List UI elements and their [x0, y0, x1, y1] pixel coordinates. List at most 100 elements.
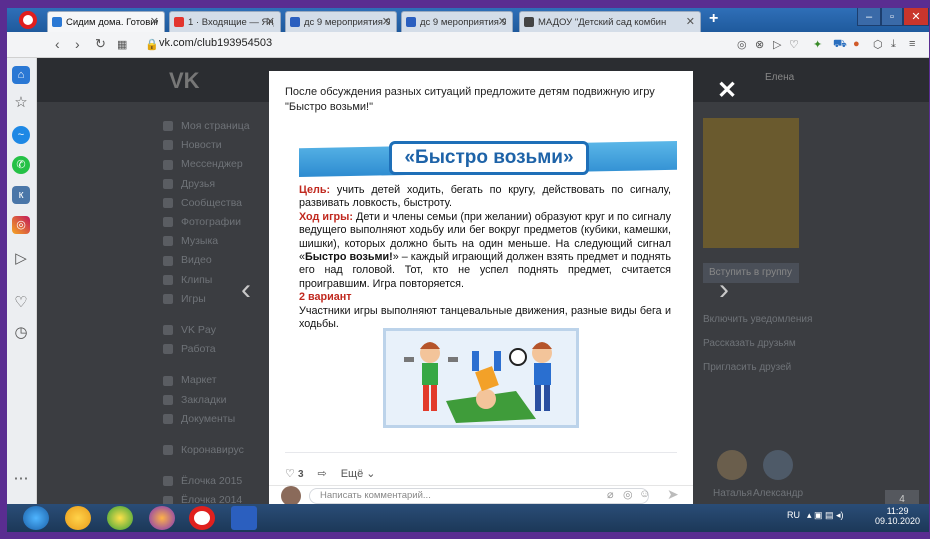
invite-friends-link[interactable]: Пригласить друзей — [703, 362, 791, 373]
vk-menu-item[interactable]: Работа — [163, 343, 283, 355]
send-icon[interactable]: ▷ — [773, 38, 781, 51]
camera-avatar-icon[interactable] — [763, 450, 793, 480]
vk-menu-item[interactable]: Мессенджер — [163, 158, 283, 170]
address-bar: ‹ › ↻ ▦ 🔒 vk.com/club193954503 ◎ ⊗ ▷ ♡ ✦… — [7, 32, 929, 58]
vk-menu-item[interactable]: Документы — [163, 413, 283, 425]
more-button[interactable]: Ещё ⌄ — [341, 467, 376, 480]
friend-name-2[interactable]: Александр — [753, 488, 803, 499]
opera-logo-icon[interactable] — [19, 11, 37, 29]
vk-menu-item[interactable]: Моя страница — [163, 120, 283, 132]
heart-icon[interactable]: ♡ — [789, 38, 799, 51]
notify-link[interactable]: Включить уведомления — [703, 314, 812, 325]
comment-bar: Написать комментарий... ⌀ ◎ ☺ ➤ — [269, 485, 693, 506]
user-name[interactable]: Елена — [765, 72, 794, 83]
maximize-button[interactable]: ▫ — [881, 8, 903, 26]
adblock-icon[interactable]: ⊗ — [755, 38, 764, 51]
tray-icons[interactable]: ▴ ▣ ▤ ◂) — [807, 510, 844, 521]
taskbar-app-icon[interactable] — [65, 506, 91, 530]
close-viewer-icon[interactable]: ✕ — [717, 76, 737, 105]
cube-icon[interactable]: ⬡ — [873, 38, 883, 51]
close-tab-icon[interactable]: ✕ — [266, 15, 275, 28]
whatsapp-icon[interactable]: ✆ — [12, 156, 30, 174]
vk-icon[interactable]: к — [12, 186, 30, 204]
post-actions: ♡ 3 ⇨ Ещё ⌄ — [285, 467, 376, 480]
share-icon[interactable]: ⇨ — [318, 467, 327, 480]
speed-dial-icon[interactable]: ▦ — [117, 38, 127, 51]
opera-taskbar-icon[interactable] — [189, 506, 215, 530]
word-icon[interactable] — [231, 506, 257, 530]
clock[interactable]: 11:29 09.10.2020 — [875, 506, 920, 526]
forward-icon[interactable]: › — [75, 36, 80, 52]
vk-menu-item[interactable]: Коронавирус — [163, 444, 283, 456]
prev-photo-arrow-icon[interactable]: ‹ — [241, 273, 251, 307]
next-photo-arrow-icon[interactable]: › — [719, 273, 729, 307]
friend-avatar[interactable] — [717, 450, 747, 480]
heart-sidebar-icon[interactable]: ♡ — [12, 294, 30, 312]
menu-icon[interactable]: ≡ — [909, 38, 915, 50]
close-tab-icon[interactable]: ✕ — [498, 15, 507, 28]
close-tab-icon[interactable]: ✕ — [686, 15, 695, 28]
download-icon[interactable]: ⤓ — [891, 38, 896, 51]
post-intro-text: После обсуждения разных ситуаций предлож… — [285, 86, 655, 113]
more-icon[interactable]: ⋯ — [12, 470, 30, 488]
menu-item-icon — [163, 178, 173, 189]
minimize-button[interactable]: – — [857, 8, 881, 26]
cart-icon[interactable]: ⛟ — [833, 38, 847, 52]
vk-menu-item[interactable]: Маркет — [163, 374, 283, 386]
close-tab-icon[interactable]: ✕ — [150, 15, 159, 28]
vk-logo-icon[interactable]: VK — [169, 68, 200, 94]
close-window-button[interactable]: ✕ — [903, 8, 929, 26]
vk-menu-item[interactable]: Видео — [163, 254, 283, 266]
tab-favicon-icon — [406, 17, 416, 27]
star-icon[interactable]: ☆ — [12, 94, 30, 112]
start-button-icon[interactable] — [23, 506, 49, 530]
back-icon[interactable]: ‹ — [55, 36, 60, 52]
vk-menu-item[interactable]: Клипы — [163, 274, 283, 286]
new-tab-button[interactable]: + — [709, 10, 718, 28]
home-icon[interactable]: ⌂ — [12, 66, 30, 84]
vk-menu-item[interactable]: Друзья — [163, 178, 283, 190]
like-button[interactable]: ♡ 3 — [285, 467, 304, 480]
instagram-icon[interactable]: ◎ — [12, 216, 30, 234]
windows-taskbar: RU ▴ ▣ ▤ ◂) 11:29 09.10.2020 — [7, 504, 929, 532]
send-sidebar-icon[interactable]: ▷ — [12, 250, 30, 268]
camera-icon[interactable]: ◎ — [737, 38, 747, 51]
user-icon[interactable]: ● — [853, 38, 860, 50]
vk-menu-item[interactable]: Музыка — [163, 235, 283, 247]
menu-item-icon — [163, 294, 173, 305]
vk-menu-item[interactable]: Игры — [163, 293, 283, 305]
vk-menu-item[interactable]: Фотографии — [163, 216, 283, 228]
extension-icon[interactable]: ✦ — [813, 38, 822, 51]
camera-comment-icon[interactable]: ◎ — [623, 488, 633, 501]
friend-name-1[interactable]: Наталья — [713, 488, 752, 499]
url-field[interactable]: vk.com/club193954503 — [159, 37, 272, 49]
browser-tab[interactable]: МАДОУ "Детский сад комбин ✕ — [519, 11, 701, 32]
browser-tab[interactable]: 1 · Входящие — Яндекс.Почта✕ — [169, 11, 281, 32]
browser-tab[interactable]: Сидим дома. Готовимся к✕ — [47, 11, 165, 32]
menu-item-icon — [163, 159, 173, 170]
menu-item-icon — [163, 236, 173, 247]
close-tab-icon[interactable]: ✕ — [382, 15, 391, 28]
chrome-icon[interactable] — [107, 506, 133, 530]
reload-icon[interactable]: ↻ — [95, 36, 106, 52]
browser-tab[interactable]: дс 9 мероприятия 9 мая.docx✕ — [285, 11, 397, 32]
vk-menu-item[interactable]: Ёлочка 2015 — [163, 475, 283, 487]
messenger-icon[interactable]: ~ — [12, 126, 30, 144]
vk-menu-item[interactable]: VK Pay — [163, 324, 283, 336]
menu-item-icon — [163, 375, 173, 386]
emoji-icon[interactable]: ☺ — [639, 488, 650, 500]
children-playing-image — [383, 328, 579, 428]
attach-icon[interactable]: ⌀ — [607, 488, 614, 501]
browser-tab[interactable]: дс 9 мероприятия 9 мая.docx✕ — [401, 11, 513, 32]
vk-menu-item[interactable]: Новости — [163, 139, 283, 151]
language-indicator[interactable]: RU — [787, 510, 800, 520]
history-icon[interactable]: ◷ — [12, 324, 30, 342]
firefox-icon[interactable] — [149, 506, 175, 530]
tell-friends-link[interactable]: Рассказать друзьям — [703, 338, 796, 349]
menu-item-icon — [163, 445, 173, 456]
send-comment-icon[interactable]: ➤ — [667, 486, 679, 503]
vk-menu-item[interactable]: Сообщества — [163, 197, 283, 209]
join-group-button[interactable]: Вступить в группу — [703, 263, 799, 283]
vk-menu-item[interactable]: Закладки — [163, 394, 283, 406]
comment-input[interactable]: Написать комментарий... — [309, 488, 649, 504]
